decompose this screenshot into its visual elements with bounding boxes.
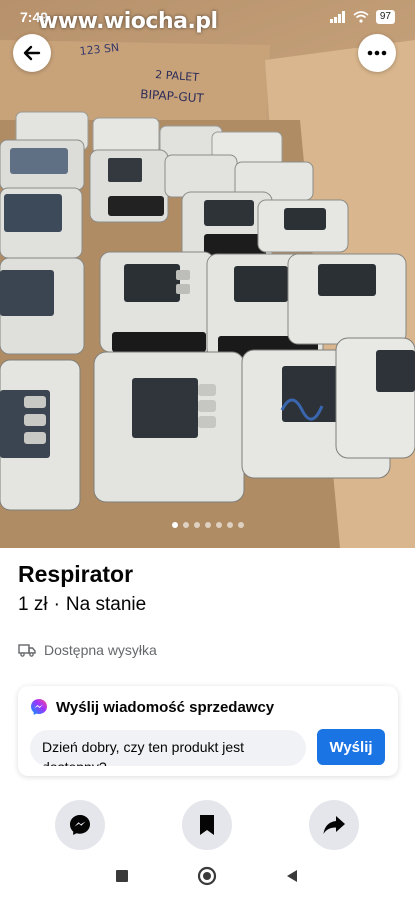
price-availability: 1 zł · Na stanie: [18, 594, 146, 616]
carousel-dot[interactable]: [226, 522, 233, 528]
send-button[interactable]: Wyślij: [317, 729, 385, 765]
more-options-button[interactable]: [358, 34, 396, 72]
square-icon: [116, 870, 128, 882]
back-button[interactable]: [13, 34, 51, 72]
carousel-dot[interactable]: [237, 522, 244, 528]
message-header: Wyślij wiadomość sprzedawcy: [30, 698, 274, 716]
watermark: www.wiocha.pl: [38, 9, 218, 34]
status-icons: 97: [329, 10, 395, 24]
carousel-dot[interactable]: [204, 522, 211, 528]
listing-price: 1 zł: [18, 594, 48, 615]
message-header-label: Wyślij wiadomość sprzedawcy: [56, 698, 275, 716]
status-bar: 7:49 www.wiocha.pl 97: [0, 0, 415, 36]
shipping-info: Dostępna wysyłka: [18, 642, 157, 658]
messenger-icon: [70, 815, 90, 835]
carousel-dot[interactable]: [193, 522, 200, 528]
recents-button[interactable]: [112, 866, 132, 886]
carousel-dot[interactable]: [182, 522, 189, 528]
arrow-left-icon: [23, 45, 41, 61]
share-button[interactable]: [309, 800, 359, 850]
home-button[interactable]: [197, 866, 217, 886]
save-button[interactable]: [182, 800, 232, 850]
more-horizontal-icon: [367, 50, 387, 56]
messenger-button[interactable]: [55, 800, 105, 850]
message-input[interactable]: Dzień dobry, czy ten produkt jest dostęp…: [30, 730, 306, 766]
battery-indicator: 97: [375, 10, 395, 24]
messenger-icon: [31, 699, 47, 715]
listing-title: Respirator: [18, 561, 134, 587]
share-icon: [323, 816, 345, 834]
carousel-dot[interactable]: [171, 522, 178, 528]
carousel-dot[interactable]: [215, 522, 222, 528]
truck-icon: [18, 644, 36, 657]
message-seller-card: Wyślij wiadomość sprzedawcy Dzień dobry,…: [18, 686, 398, 776]
carousel-indicator[interactable]: [0, 522, 415, 528]
shipping-label: Dostępna wysyłka: [44, 642, 157, 658]
listing-photo[interactable]: 123 SN 2 PALET BIPAP-GUT 7:49 www.wiocha…: [0, 0, 415, 548]
photo-scene: 123 SN 2 PALET BIPAP-GUT: [0, 40, 415, 548]
wifi-icon: [353, 11, 369, 23]
bookmark-icon: [200, 815, 214, 835]
separator-dot: ·: [53, 594, 60, 615]
system-back-button[interactable]: [282, 866, 302, 886]
triangle-back-icon: [287, 870, 297, 882]
availability-status: Na stanie: [65, 594, 147, 615]
action-buttons: [0, 800, 415, 852]
system-navigation-bar: [0, 852, 415, 900]
circle-icon: [197, 866, 217, 886]
marketplace-listing-screen: 123 SN 2 PALET BIPAP-GUT 7:49 www.wiocha…: [0, 0, 415, 900]
signal-icon: [329, 11, 345, 23]
